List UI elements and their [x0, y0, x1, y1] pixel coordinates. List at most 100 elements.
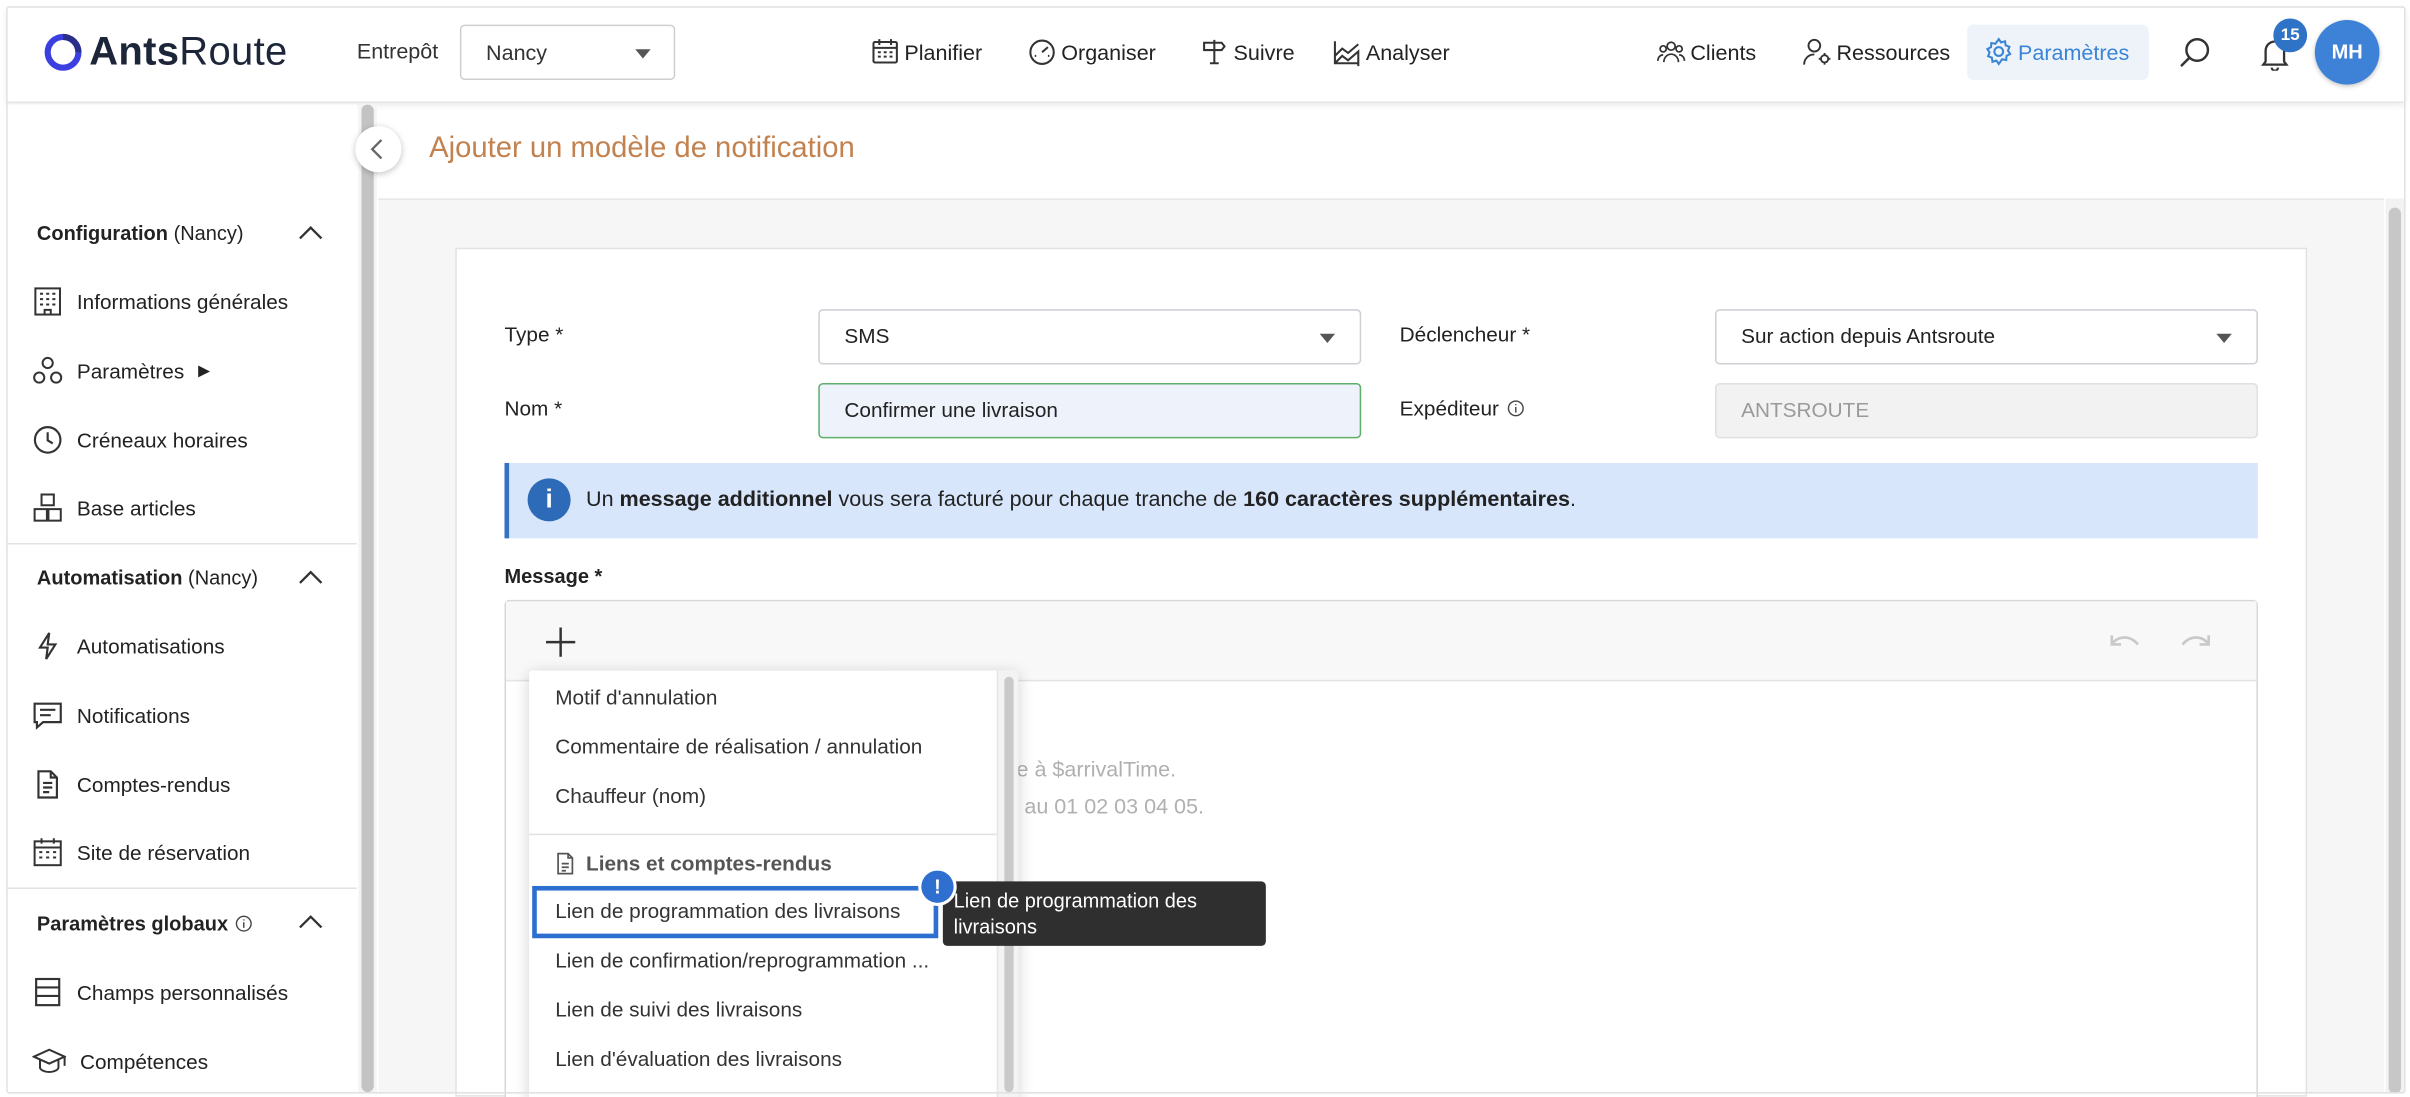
message-label: Message *	[504, 564, 603, 588]
brand-name: AntsRoute	[89, 27, 288, 74]
document-icon	[37, 770, 58, 799]
sidebar-item-label: Créneaux horaires	[76, 428, 248, 452]
info-icon[interactable]	[1507, 400, 1524, 417]
nav-track-label: Suivre	[1233, 39, 1295, 64]
sidebar-item-label: Automatisations	[76, 634, 225, 658]
redo-icon[interactable]	[2178, 629, 2212, 654]
nav-settings[interactable]: Paramètres	[1984, 37, 2129, 66]
section-automation[interactable]: Automatisation (Nancy)	[37, 566, 258, 589]
sidebar-item-time-slots[interactable]: Créneaux horaires	[32, 425, 248, 456]
main-scrollbar[interactable]	[2385, 198, 2405, 1094]
nav-plan-label: Planifier	[904, 39, 983, 64]
menu-item[interactable]: Motif d'annulation	[555, 686, 717, 709]
menu-item[interactable]: Lien de confirmation/reprogrammation ...	[555, 949, 929, 972]
top-bar: AntsRoute Entrepôt Nancy Planifier Organ…	[6, 6, 2406, 104]
section-global-parameters[interactable]: Paramètres globaux	[37, 912, 253, 935]
building-icon	[34, 287, 61, 316]
section-configuration[interactable]: Configuration (Nancy)	[37, 221, 244, 244]
settings-sidebar: Configuration (Nancy) Informations génér…	[6, 104, 357, 1093]
trigger-value: Sur action depuis Antsroute	[1741, 324, 1996, 348]
section-automation-scope: (Nancy)	[188, 566, 259, 590]
sender-label-group: Expéditeur	[1400, 397, 1524, 420]
warehouse-select[interactable]: Nancy	[459, 24, 676, 80]
insert-variable-plus-icon[interactable]	[544, 626, 576, 658]
nav-track[interactable]: Suivre	[1200, 37, 1295, 66]
sidebar-item-general-info[interactable]: Informations générales	[32, 286, 288, 317]
undo-icon[interactable]	[2109, 629, 2143, 654]
sidebar-item-label: Comptes-rendus	[76, 772, 231, 796]
nav-analyze[interactable]: Analyser	[1332, 37, 1450, 67]
menu-item[interactable]: Lien d'évaluation des livraisons	[555, 1047, 842, 1070]
nav-clients[interactable]: Clients	[1656, 37, 1757, 66]
sidebar-item-reports[interactable]: Comptes-rendus	[32, 769, 230, 800]
section-configuration-title: Configuration	[36, 221, 168, 245]
sidebar-item-booking-site[interactable]: Site de réservation	[32, 837, 250, 868]
menu-group-links-reports: Liens et comptes-rendus	[555, 852, 832, 875]
nav-plan[interactable]: Planifier	[871, 37, 983, 66]
calendar-icon	[33, 838, 62, 867]
nav-organize-label: Organiser	[1061, 39, 1156, 64]
menu-item[interactable]: Lien de suivi des livraisons	[555, 998, 802, 1021]
type-select[interactable]: SMS	[818, 309, 1362, 365]
calendar-icon	[872, 39, 898, 64]
sender-input: ANTSROUTE	[1714, 382, 2258, 439]
user-avatar[interactable]: MH	[2314, 19, 2380, 85]
section-automation-title: Automatisation	[36, 566, 183, 590]
menu-item-selected[interactable]: Lien de programmation des livraisons	[555, 900, 900, 923]
nav-clients-label: Clients	[1690, 39, 1757, 64]
sidebar-item-label: Champs personnalisés	[76, 980, 289, 1004]
menu-item-tooltip: Lien de programmation des livraisons	[942, 881, 1266, 946]
chevron-left-icon	[370, 139, 383, 160]
editor-toolbar	[506, 601, 2257, 682]
sidebar-item-automations[interactable]: Automatisations	[32, 631, 225, 662]
divider	[6, 887, 357, 890]
name-input[interactable]: Confirmer une livraison	[818, 382, 1362, 439]
boxes-icon	[33, 493, 62, 522]
trigger-label: Déclencheur *	[1399, 323, 1531, 347]
section-configuration-scope: (Nancy)	[173, 221, 244, 245]
nav-organize[interactable]: Organiser	[1027, 37, 1156, 66]
chevron-up-icon[interactable]	[298, 569, 323, 584]
sidebar-item-label: Site de réservation	[76, 840, 251, 864]
sidebar-item-skills[interactable]: Compétences	[32, 1046, 208, 1077]
graduation-cap-icon	[32, 1048, 67, 1074]
menu-item[interactable]: Chauffeur (nom)	[555, 784, 706, 807]
users-icon	[1656, 41, 1686, 63]
sidebar-item-parameters[interactable]: Paramètres ▶	[32, 355, 210, 386]
name-value: Confirmer une livraison	[844, 398, 1058, 422]
info-icon: i	[527, 478, 571, 522]
chart-icon	[1333, 41, 1360, 67]
expand-arrow-icon: ▶	[198, 362, 210, 380]
main-scrollbar-thumb[interactable]	[2388, 207, 2401, 1094]
sidebar-scrollbar-thumb[interactable]	[361, 104, 374, 1093]
nav-resources-label: Ressources	[1836, 39, 1951, 64]
sidebar-item-notifications[interactable]: Notifications	[32, 700, 190, 731]
nav-resources[interactable]: Ressources	[1803, 37, 1951, 66]
sidebar-item-label: Notifications	[76, 703, 191, 727]
menu-item[interactable]: Commentaire de réalisation / annulation	[555, 735, 922, 758]
sidebar-item-label: Base articles	[76, 496, 196, 520]
chevron-up-icon[interactable]	[298, 914, 323, 929]
divider	[6, 542, 357, 545]
user-gear-icon	[1803, 38, 1831, 65]
sms-billing-info-banner: i Un message additionnel vous sera factu…	[504, 462, 2258, 539]
collapse-sidebar-button[interactable]	[355, 126, 402, 173]
menu-divider	[529, 833, 997, 836]
warehouse-value: Nancy	[486, 39, 548, 65]
logo-mark-icon	[44, 33, 82, 70]
chevron-up-icon[interactable]	[298, 225, 323, 240]
name-label: Nom *	[504, 396, 563, 420]
sender-label: Expéditeur	[1399, 396, 1499, 420]
section-global-title: Paramètres globaux	[36, 912, 229, 936]
search-button[interactable]	[2178, 35, 2212, 69]
sidebar-item-articles[interactable]: Base articles	[32, 492, 196, 523]
message-icon	[33, 702, 62, 730]
message-text-line-1: te à $arrivalTime.	[1010, 756, 1177, 782]
alert-marker-icon: !	[921, 870, 954, 903]
list-box-icon	[35, 977, 61, 1007]
trigger-select[interactable]: Sur action depuis Antsroute	[1714, 309, 2258, 365]
antsroute-logo[interactable]: AntsRoute	[43, 28, 288, 76]
nav-settings-label: Paramètres	[2017, 39, 2130, 64]
menu-group-label: Liens et comptes-rendus	[586, 852, 832, 876]
sidebar-item-custom-fields[interactable]: Champs personnalisés	[32, 977, 288, 1008]
